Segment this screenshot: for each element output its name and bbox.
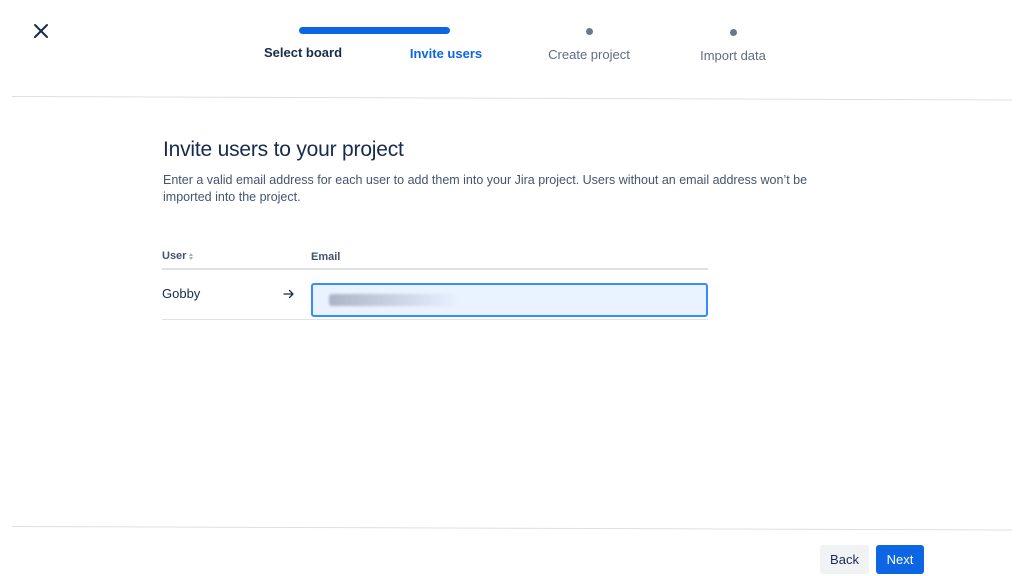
step-dot [586, 28, 593, 35]
sort-icon [189, 252, 194, 260]
next-button[interactable]: Next [876, 545, 924, 574]
user-name: Gobby [162, 286, 201, 301]
footer-divider [11, 526, 1012, 531]
step-label: Select board [263, 45, 343, 60]
page-description: Enter a valid email address for each use… [163, 173, 808, 204]
arrow-right-icon [283, 289, 294, 299]
page-title: Invite users to your project [163, 138, 404, 161]
email-field[interactable] [311, 283, 708, 317]
table-header: User Email [162, 248, 708, 270]
step-label: Invite users [409, 46, 483, 61]
table-row: Gobby [162, 270, 708, 320]
progress-tracker: Select board Invite users Create project… [0, 0, 1024, 80]
back-button[interactable]: Back [820, 545, 869, 574]
main-content: Invite users to your project Enter a val… [163, 138, 843, 206]
column-header-email: Email [311, 251, 340, 263]
current-step-indicator [299, 27, 450, 34]
column-header-label: Email [311, 251, 341, 263]
column-header-label: User [162, 250, 187, 262]
step-dot [730, 29, 737, 36]
step-label: Import data [700, 48, 766, 63]
step-label: Create project [548, 47, 630, 62]
header-divider [11, 96, 1012, 101]
column-header-user[interactable]: User [162, 250, 194, 262]
users-table: User Email Gobby [162, 248, 708, 320]
